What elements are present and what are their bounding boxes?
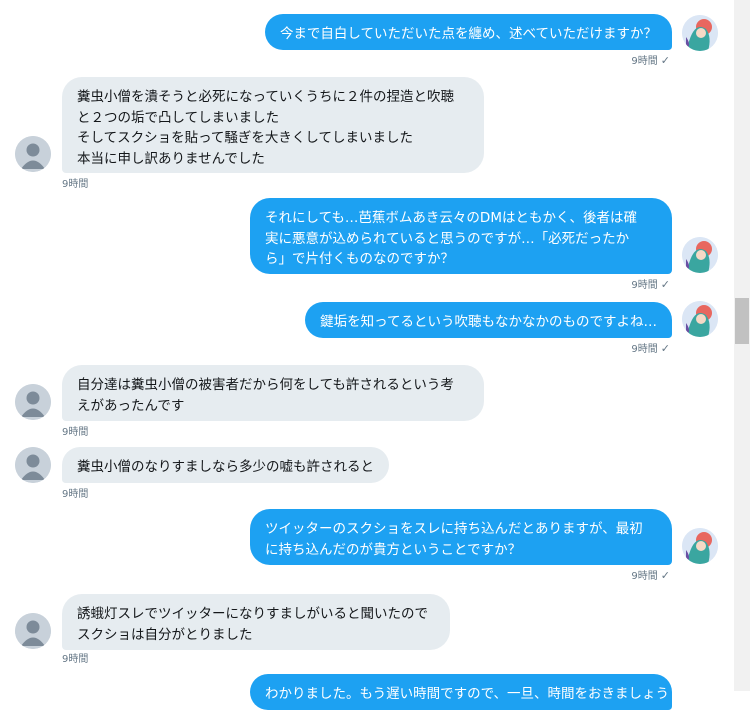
message-meta: 9時間 <box>62 175 88 190</box>
read-check-icon: ✓ <box>660 278 670 291</box>
user-avatar-icon[interactable] <box>682 15 718 51</box>
message-meta: 9時間 ✓ <box>631 567 670 582</box>
default-avatar-icon[interactable] <box>15 613 51 649</box>
message-bubble-received[interactable]: 自分達は糞虫小僧の被害者だから何をしても許されるという考 えがあったんです <box>62 365 484 421</box>
message-meta: 9時間 <box>62 423 88 438</box>
read-check-icon: ✓ <box>660 569 670 582</box>
message-meta: 9時間 ✓ <box>631 52 670 67</box>
conversation-thread: 今まで自白していただいた点を纏め、述べていただけますか？ 9時間 ✓ 糞虫小僧を潰… <box>0 0 734 710</box>
message-bubble-sent[interactable]: 今まで自白していただいた点を纏め、述べていただけますか？ <box>264 14 672 50</box>
message-bubble-received[interactable]: 糞虫小僧のなりすましなら多少の嘘も許されると <box>62 447 389 483</box>
message-bubble-sent[interactable]: ツイッターのスクショをスレに持ち込んだとありますが、最初 に持ち込んだのが貴方と… <box>250 509 672 565</box>
message-time: 9時間 <box>631 571 658 582</box>
message-bubble-received[interactable]: 誘蛾灯スレでツイッターになりすましがいると聞いたので スクショは自分がとりました <box>62 594 450 650</box>
message-bubble-sent[interactable]: それにしても…芭蕉ボムあき云々のDMはともかく、後者は確 実に悪意が込められてい… <box>250 198 672 274</box>
default-avatar-icon[interactable] <box>15 136 51 172</box>
message-time: 9時間 <box>62 489 89 500</box>
user-avatar-icon[interactable] <box>682 237 718 273</box>
user-avatar-icon[interactable] <box>682 528 718 564</box>
message-meta: 9時間 <box>62 650 88 665</box>
message-bubble-sent[interactable]: 鍵垢を知ってるという吹聴もなかなかのものですよね… <box>305 302 672 338</box>
message-time: 9時間 <box>62 654 89 665</box>
message-time: 9時間 <box>631 344 658 355</box>
default-avatar-icon[interactable] <box>15 447 51 483</box>
read-check-icon: ✓ <box>660 54 670 67</box>
message-time: 9時間 <box>62 179 89 190</box>
message-meta: 9時間 ✓ <box>631 276 670 291</box>
message-bubble-sent[interactable]: わかりました。もう遅い時間ですので、一旦、時間をおきましょう <box>250 674 672 710</box>
message-time: 9時間 <box>62 427 89 438</box>
message-bubble-received[interactable]: 糞虫小僧を潰そうと必死になっていくうちに２件の捏造と吹聴 と２つの垢で凸してしま… <box>62 77 484 173</box>
message-time: 9時間 <box>631 280 658 291</box>
scrollbar-thumb[interactable] <box>735 298 749 344</box>
message-meta: 9時間 <box>62 485 88 500</box>
read-check-icon: ✓ <box>660 342 670 355</box>
user-avatar-icon[interactable] <box>682 301 718 337</box>
scrollbar[interactable] <box>734 0 750 691</box>
message-time: 9時間 <box>631 56 658 67</box>
default-avatar-icon[interactable] <box>15 384 51 420</box>
message-meta: 9時間 ✓ <box>631 340 670 355</box>
